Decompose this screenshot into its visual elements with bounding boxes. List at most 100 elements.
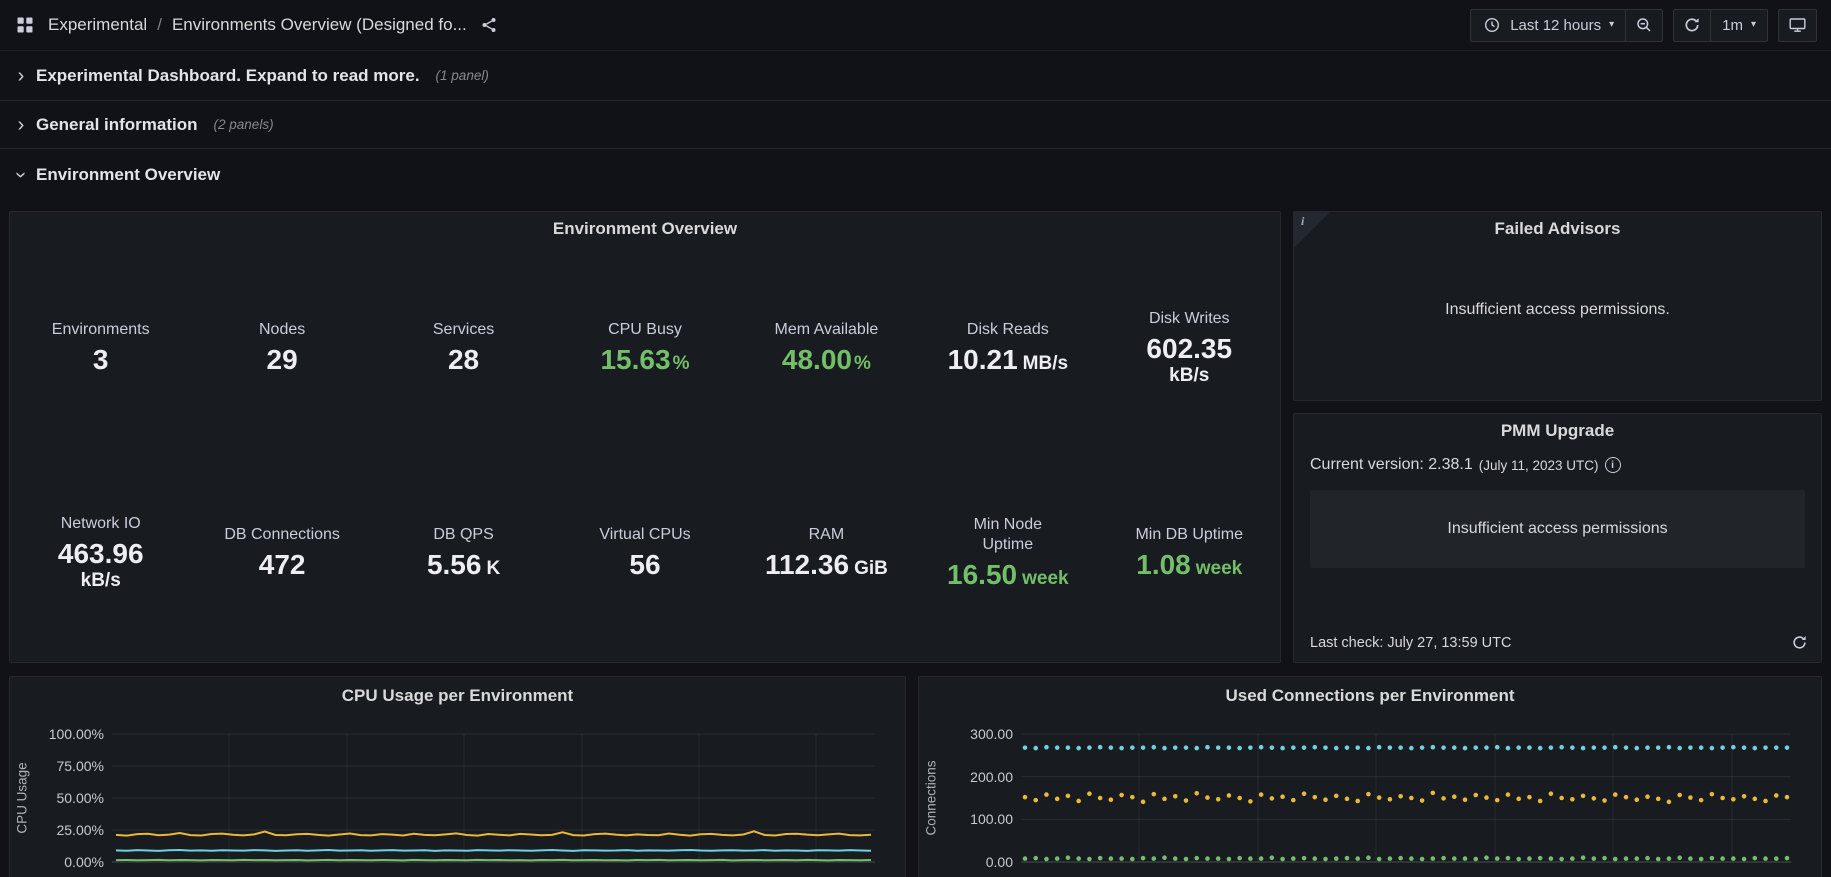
top-navbar: Experimental / Environments Overview (De… <box>0 0 1831 51</box>
y-axis-ticks: 100.00% 75.00% 50.00% 25.00% 0.00% <box>34 729 112 867</box>
refresh-interval-label: 1m <box>1722 17 1743 34</box>
stat-value: 463.96kB/s <box>58 537 144 592</box>
stats-grid: Environments3Nodes29Services28CPU Busy15… <box>10 246 1280 656</box>
y-tick-label: 300.00 <box>970 726 1013 742</box>
row-title: Environment Overview <box>36 165 220 185</box>
panel-failed-advisors: i Failed Advisors Insufficient access pe… <box>1293 211 1822 401</box>
share-icon[interactable] <box>479 15 499 35</box>
stat-label: Disk Reads <box>967 320 1049 340</box>
used-connections-chart <box>1021 729 1791 867</box>
panel-title[interactable]: Environment Overview <box>10 212 1280 246</box>
stat-value: 29 <box>267 343 298 376</box>
y-tick-label: 200.00 <box>970 769 1013 785</box>
refresh-icon <box>1682 15 1702 35</box>
stat-min-db-uptime: Min DB Uptime 1.08week <box>1099 525 1280 581</box>
breadcrumb-current: Environments Overview (Designed fo... <box>172 15 467 35</box>
panel-title[interactable]: PMM Upgrade <box>1310 414 1805 448</box>
stats-row-1: Environments3Nodes29Services28CPU Busy15… <box>10 246 1280 451</box>
stat-value: 28 <box>448 343 479 376</box>
stat-value: 1.08week <box>1136 548 1242 581</box>
info-icon[interactable]: i <box>1605 457 1621 473</box>
row-title: Experimental Dashboard. Expand to read m… <box>36 66 420 86</box>
pmm-current-version: Current version: 2.38.1 (July 11, 2023 U… <box>1310 456 1805 474</box>
refresh-interval-picker[interactable]: 1m ▾ <box>1711 9 1768 42</box>
stat-disk-writes: Disk Writes602.35kB/s <box>1099 309 1280 387</box>
stat-disk-reads: Disk Reads 10.21MB/s <box>917 320 1098 376</box>
stat-network-io: Network IO 463.96kB/s <box>10 514 191 592</box>
stat-value: 112.36GiB <box>765 548 888 581</box>
chevron-down-icon: › <box>11 168 31 182</box>
panel-used-connections-per-environment: Used Connections per Environment Connect… <box>918 676 1822 877</box>
panel-pmm-upgrade: PMM Upgrade Current version: 2.38.1 (Jul… <box>1293 413 1822 663</box>
stat-value: 16.50week <box>947 558 1069 591</box>
panel-title[interactable]: Used Connections per Environment <box>919 677 1821 715</box>
stat-value: 472 <box>259 548 306 581</box>
row-panel-count: (1 panel) <box>436 68 489 83</box>
row-experimental-dashboard[interactable]: › Experimental Dashboard. Expand to read… <box>0 51 1831 101</box>
zoom-out-icon <box>1634 15 1654 35</box>
stat-value: 3 <box>93 343 109 376</box>
y-tick-label: 100.00% <box>49 726 104 742</box>
stat-cpu-busy: CPU Busy 15.63% <box>554 320 735 376</box>
y-tick-label: 100.00 <box>970 811 1013 827</box>
refresh-icon[interactable] <box>1790 633 1809 652</box>
stat-value: 15.63% <box>600 343 689 376</box>
stat-label: DB QPS <box>433 525 493 545</box>
stat-label: DB Connections <box>224 525 340 545</box>
stat-value: 10.21MB/s <box>948 343 1068 376</box>
pmm-version-date: (July 11, 2023 UTC) <box>1479 458 1599 473</box>
breadcrumb: Experimental / Environments Overview (De… <box>48 15 467 35</box>
failed-advisors-message: Insufficient access permissions. <box>1294 246 1821 374</box>
y-axis-label: Connections <box>919 729 943 867</box>
stat-environments: Environments3 <box>10 320 191 376</box>
stat-label: Network IO <box>61 514 141 534</box>
stat-virtual-cpus: Virtual CPUs 56 <box>554 525 735 581</box>
row-panel-count: (2 panels) <box>214 117 274 132</box>
row-environment-overview[interactable]: › Environment Overview <box>0 149 1831 195</box>
cpu-usage-chart <box>112 729 875 867</box>
panel-title[interactable]: Failed Advisors <box>1294 212 1821 246</box>
y-tick-label: 0.00 <box>986 854 1013 870</box>
row-title: General information <box>36 115 198 135</box>
panel-environment-overview: Environment Overview Environments3Nodes2… <box>9 211 1281 663</box>
stat-ram: RAM112.36GiB <box>736 525 917 581</box>
time-range-picker[interactable]: Last 12 hours ▾ <box>1470 9 1626 42</box>
stat-value: 56 <box>629 548 660 581</box>
pmm-upgrade-message-box: Insufficient access permissions <box>1310 490 1805 568</box>
y-tick-label: 25.00% <box>57 822 104 838</box>
dashboards-grid-icon[interactable] <box>14 14 36 36</box>
panel-info-corner-icon[interactable]: i <box>1294 212 1330 248</box>
stat-min-node-uptime: Min Node Uptime16.50week <box>917 515 1098 591</box>
stat-label: Disk Writes <box>1149 309 1230 329</box>
y-tick-label: 50.00% <box>57 790 104 806</box>
panel-title[interactable]: CPU Usage per Environment <box>10 677 905 715</box>
stat-db-connections: DB Connections 472 <box>191 525 372 581</box>
stat-value: 48.00% <box>782 343 871 376</box>
chart-body: Connections 300.00 200.00 100.00 0.00 <box>919 729 1821 867</box>
monitor-icon <box>1787 15 1808 35</box>
breadcrumb-separator: / <box>157 15 162 35</box>
row-general-information[interactable]: › General information (2 panels) <box>0 101 1831 149</box>
kiosk-mode-button[interactable] <box>1778 9 1817 42</box>
chevron-down-icon: ▾ <box>1751 20 1756 30</box>
stat-label: Virtual CPUs <box>599 525 690 545</box>
chevron-right-icon: › <box>14 66 28 86</box>
stat-label: Min DB Uptime <box>1135 525 1243 545</box>
y-axis-ticks: 300.00 200.00 100.00 0.00 <box>943 729 1021 867</box>
stat-label: CPU Busy <box>608 320 682 340</box>
refresh-button[interactable] <box>1673 9 1711 42</box>
pmm-footer: Last check: July 27, 13:59 UTC <box>1310 633 1809 652</box>
zoom-out-button[interactable] <box>1626 9 1663 42</box>
stat-nodes: Nodes29 <box>191 320 372 376</box>
pmm-last-check: Last check: July 27, 13:59 UTC <box>1310 635 1512 651</box>
panel-cpu-usage-per-environment: CPU Usage per Environment CPU Usage 100.… <box>9 676 906 877</box>
time-range-label: Last 12 hours <box>1510 17 1601 34</box>
stat-db-qps: DB QPS 5.56K <box>373 525 554 581</box>
y-tick-label: 75.00% <box>57 758 104 774</box>
chevron-down-icon: ▾ <box>1609 20 1614 30</box>
y-tick-label: 0.00% <box>64 854 104 870</box>
clock-icon <box>1482 15 1502 35</box>
breadcrumb-folder[interactable]: Experimental <box>48 15 147 35</box>
stats-row-2: Network IO463.96kB/sDB Connections472DB … <box>10 451 1280 656</box>
stat-value: 5.56K <box>427 548 500 581</box>
